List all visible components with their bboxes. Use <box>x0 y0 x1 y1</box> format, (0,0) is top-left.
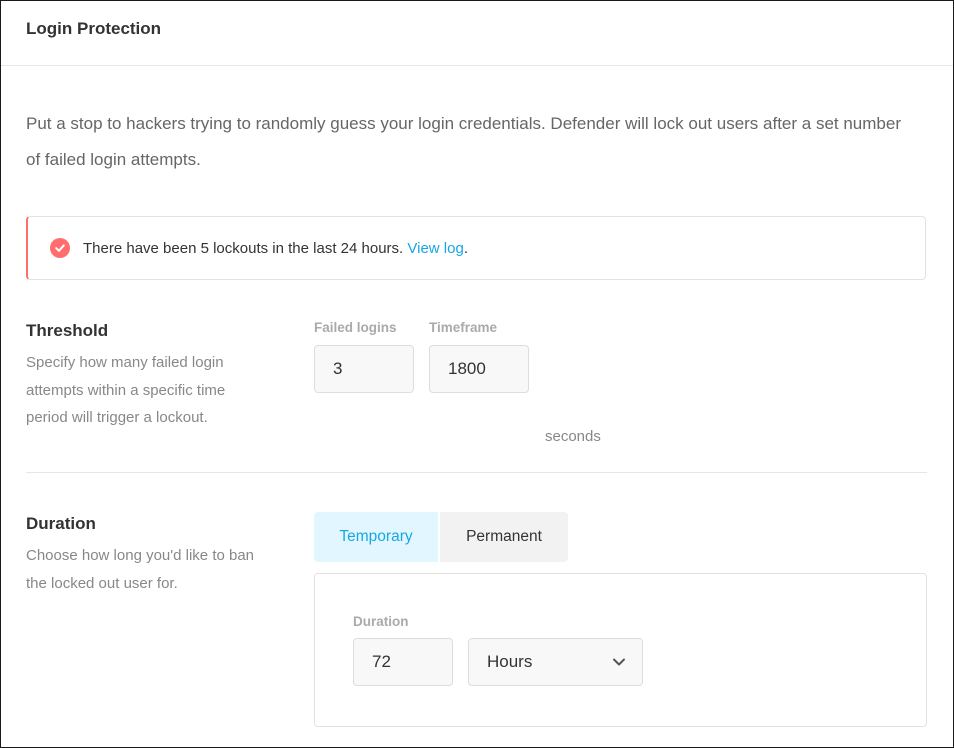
duration-input[interactable]: 72 <box>353 638 453 686</box>
duration-section-info: Duration Choose how long you'd like to b… <box>26 514 266 597</box>
timeframe-input[interactable]: 1800 <box>429 345 529 393</box>
threshold-section-info: Threshold Specify how many failed login … <box>26 321 266 432</box>
check-circle-icon <box>50 238 70 258</box>
tab-permanent[interactable]: Permanent <box>440 512 568 562</box>
tab-temporary[interactable]: Temporary <box>314 512 438 562</box>
threshold-description: Specify how many failed login attempts w… <box>26 354 226 426</box>
duration-type-tabs: Temporary Permanent <box>314 512 568 562</box>
duration-unit-select[interactable]: Hours <box>468 638 643 686</box>
duration-title: Duration <box>26 514 96 533</box>
temporary-duration-panel: Duration 72 Hours <box>314 573 927 727</box>
panel-header: Login Protection <box>1 1 953 66</box>
failed-logins-input[interactable]: 3 <box>314 345 414 393</box>
failed-logins-group: Failed logins 3 <box>314 320 414 393</box>
duration-unit-value: Hours <box>487 652 533 671</box>
intro-text: Put a stop to hackers trying to randomly… <box>26 114 901 169</box>
section-divider <box>26 472 927 473</box>
threshold-title: Threshold <box>26 321 109 340</box>
notice-text: There have been 5 lockouts in the last 2… <box>83 239 468 257</box>
duration-label: Duration <box>353 614 409 629</box>
timeframe-label: Timeframe <box>429 320 498 335</box>
login-protection-panel: Login Protection Put a stop to hackers t… <box>0 0 954 748</box>
lockout-notice: There have been 5 lockouts in the last 2… <box>26 216 926 280</box>
chevron-down-icon <box>612 657 626 667</box>
timeframe-group: Timeframe 1800 <box>429 320 529 393</box>
view-log-link[interactable]: View log <box>407 240 463 257</box>
timeframe-unit: seconds <box>545 428 601 445</box>
page-title: Login Protection <box>26 19 162 38</box>
duration-description: Choose how long you'd like to ban the lo… <box>26 547 255 592</box>
failed-logins-label: Failed logins <box>314 320 397 335</box>
